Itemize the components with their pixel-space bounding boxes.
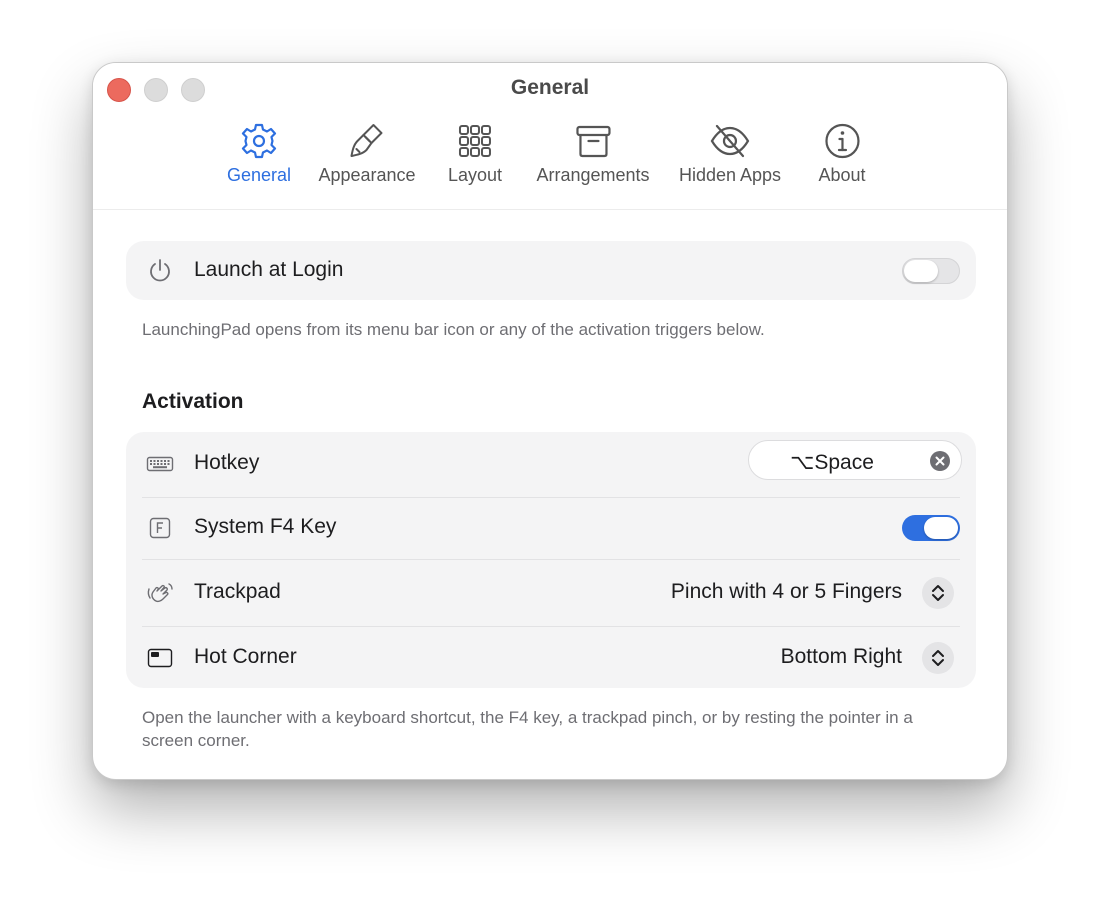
hot-corner-label: Hot Corner (194, 645, 297, 668)
toggle-knob (904, 260, 938, 282)
chevron-up-down-icon (932, 650, 944, 666)
tab-arrangements[interactable]: Arrangements (536, 121, 650, 193)
system-f4-key-label: System F4 Key (194, 515, 337, 538)
power-icon (150, 259, 170, 282)
tab-about[interactable]: About (818, 121, 866, 193)
activation-card: Hotkey ⌥Space System F4 Key Trackpad Pin… (126, 432, 976, 688)
tab-layout[interactable]: Layout (448, 121, 502, 193)
tab-hidden-apps[interactable]: Hidden Apps (679, 121, 781, 193)
tab-label: Appearance (318, 165, 416, 185)
tab-label: About (818, 165, 866, 185)
trackpad-popup-button[interactable] (922, 577, 954, 609)
clear-hotkey-icon[interactable] (929, 450, 951, 472)
screen-corner-icon (147, 648, 173, 668)
hotkey-recorder-field[interactable]: ⌥Space (748, 440, 962, 480)
trackpad-label: Trackpad (194, 580, 281, 603)
trackpad-gesture-value[interactable]: Pinch with 4 or 5 Fingers (671, 580, 902, 604)
system-f4-key-row: System F4 Key (126, 498, 976, 559)
settings-window: General General Appearance Layout Arrang… (92, 62, 1008, 780)
window-title: General (510, 76, 590, 99)
hot-corner-row: Hot Corner Bottom Right (126, 627, 976, 688)
tab-appearance[interactable]: Appearance (318, 121, 416, 193)
activation-hint-text: Open the launcher with a keyboard shortc… (142, 708, 913, 750)
tab-label: Layout (447, 165, 503, 185)
paintbrush-icon (349, 124, 382, 157)
archive-box-icon (575, 125, 611, 158)
toggle-knob (924, 517, 958, 539)
info-icon (824, 123, 860, 159)
launch-at-login-card: Launch at Login (126, 241, 976, 300)
hot-corner-popup-button[interactable] (922, 642, 954, 674)
gear-icon (241, 123, 277, 159)
grid-icon (458, 125, 491, 157)
activation-section-title: Activation (142, 390, 244, 413)
hand-gesture-icon (147, 583, 173, 603)
hotkey-label: Hotkey (194, 451, 260, 474)
launch-at-login-label: Launch at Login (194, 258, 344, 281)
launch-hint-text: LaunchingPad opens from its menu bar ico… (142, 320, 765, 339)
hotkey-row: Hotkey ⌥Space (126, 432, 976, 497)
chevron-up-down-icon (932, 585, 944, 601)
tab-label: General (226, 165, 292, 185)
keyboard-icon (146, 456, 174, 472)
eye-slash-icon (710, 124, 750, 158)
hotkey-value: ⌥Space (790, 451, 874, 474)
launch-at-login-toggle[interactable] (902, 258, 960, 284)
f-key-icon (149, 517, 171, 539)
toolbar: General General Appearance Layout Arrang… (93, 63, 1007, 210)
trackpad-row: Trackpad Pinch with 4 or 5 Fingers (126, 560, 976, 626)
launch-at-login-row: Launch at Login (126, 241, 976, 300)
tab-general[interactable]: General (227, 121, 291, 193)
tab-label: Arrangements (536, 165, 650, 185)
hot-corner-value[interactable]: Bottom Right (781, 645, 902, 669)
tab-label: Hidden Apps (678, 165, 782, 185)
system-f4-key-toggle[interactable] (902, 515, 960, 541)
